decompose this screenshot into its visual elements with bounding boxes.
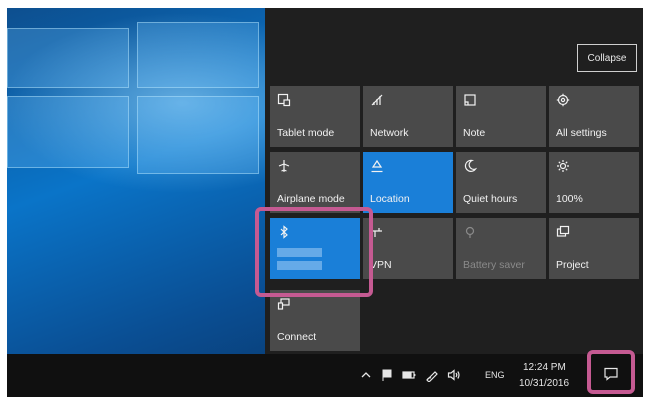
clock-date[interactable]: 10/31/2016: [519, 378, 569, 389]
tile-battery-saver[interactable]: Battery saver: [456, 218, 546, 279]
chevron-up-icon[interactable]: [359, 368, 373, 382]
tile-bluetooth[interactable]: [270, 218, 360, 279]
battery-saver-icon: [463, 225, 477, 239]
tile-label: Connect: [277, 331, 317, 343]
tile-network[interactable]: Network: [363, 86, 453, 147]
bluetooth-device-name-redacted: [277, 261, 322, 270]
tile-label: VPN: [370, 259, 392, 271]
moon-icon: [463, 159, 477, 173]
collapse-button[interactable]: Collapse: [577, 44, 637, 72]
taskbar: ENG 12:24 PM 10/31/2016: [7, 354, 643, 397]
tile-label: 100%: [556, 193, 583, 205]
tablet-mode-icon: [277, 93, 291, 107]
network-icon: [370, 93, 384, 107]
vpn-icon: [370, 225, 384, 239]
project-icon: [556, 225, 570, 239]
bluetooth-device-name-redacted: [277, 248, 322, 257]
pen-icon[interactable]: [425, 368, 439, 382]
note-icon: [463, 93, 477, 107]
tile-label: Airplane mode: [277, 193, 345, 205]
tile-tablet-mode[interactable]: Tablet mode: [270, 86, 360, 147]
tile-brightness[interactable]: 100%: [549, 152, 639, 213]
tile-label: Network: [370, 127, 409, 139]
tile-label: Project: [556, 259, 589, 271]
tile-location[interactable]: Location: [363, 152, 453, 213]
tile-label: Location: [370, 193, 410, 205]
brightness-icon: [556, 159, 570, 173]
tile-label: Battery saver: [463, 259, 525, 271]
action-center-button[interactable]: [593, 362, 629, 390]
screen: Collapse Tablet mode Network Note All se…: [7, 8, 643, 397]
airplane-icon: [277, 159, 291, 173]
wallpaper-pane: [7, 28, 129, 88]
tile-all-settings[interactable]: All settings: [549, 86, 639, 147]
tile-airplane-mode[interactable]: Airplane mode: [270, 152, 360, 213]
clock-time[interactable]: 12:24 PM: [523, 362, 566, 373]
flag-icon[interactable]: [380, 368, 394, 382]
wallpaper-pane: [137, 22, 259, 88]
tile-project[interactable]: Project: [549, 218, 639, 279]
volume-icon[interactable]: [447, 368, 461, 382]
notification-icon: [603, 366, 619, 387]
tile-label: All settings: [556, 127, 607, 139]
battery-icon[interactable]: [402, 368, 416, 382]
tile-note[interactable]: Note: [456, 86, 546, 147]
location-icon: [370, 159, 384, 173]
gear-icon: [556, 93, 570, 107]
input-language-indicator[interactable]: ENG: [485, 370, 505, 380]
tile-label: Quiet hours: [463, 193, 518, 205]
tile-vpn[interactable]: VPN: [363, 218, 453, 279]
tile-quiet-hours[interactable]: Quiet hours: [456, 152, 546, 213]
connect-icon: [277, 297, 291, 311]
wallpaper-pane: [137, 96, 259, 174]
tile-label: Tablet mode: [277, 127, 335, 139]
wallpaper-pane: [7, 96, 129, 168]
bluetooth-icon: [277, 225, 291, 239]
tile-label: Note: [463, 127, 486, 139]
action-center-panel: Collapse Tablet mode Network Note All se…: [265, 8, 643, 354]
tile-connect[interactable]: Connect: [270, 290, 360, 351]
